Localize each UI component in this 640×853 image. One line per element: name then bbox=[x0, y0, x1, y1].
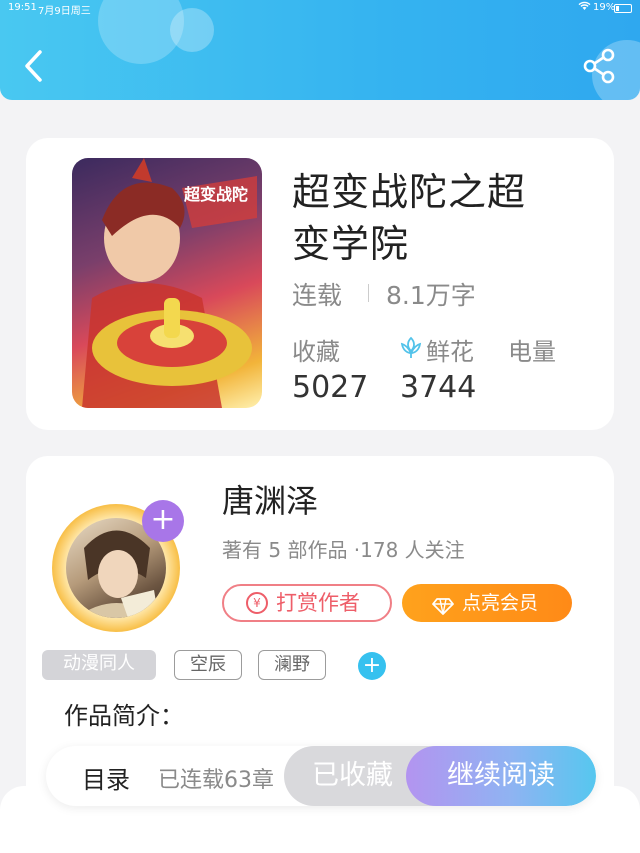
tag-category[interactable]: 动漫同人 bbox=[42, 650, 156, 680]
flowers-label[interactable]: 鲜花 bbox=[426, 332, 474, 367]
favorites-count: 5027 bbox=[292, 370, 369, 405]
flower-icon bbox=[398, 334, 424, 360]
battery-icon bbox=[614, 4, 632, 13]
favorites-label: 收藏 bbox=[292, 338, 340, 366]
status-date: 7月9日周三 bbox=[38, 6, 91, 17]
status-time: 19:51 bbox=[8, 2, 37, 13]
vip-label: 点亮会员 bbox=[462, 592, 539, 614]
power-label[interactable]: 电量 bbox=[508, 332, 556, 367]
book-title: 超变战陀之超变学院 bbox=[292, 170, 527, 266]
follow-author-button[interactable]: + bbox=[142, 500, 184, 542]
diamond-icon bbox=[432, 592, 454, 615]
author-info: 著有 5 部作品 ·178 人关注 bbox=[222, 538, 465, 562]
book-info-card: 超变战陀 超变战陀之超变学院 连载 8.1万字 收藏 5027 鲜花 3744 … bbox=[26, 138, 614, 430]
wifi-icon bbox=[578, 1, 591, 14]
top-header: 19:51 7月9日周三 19% bbox=[0, 0, 640, 100]
bottom-action-bar: 目录 已连载63章 已收藏 继续阅读 bbox=[46, 746, 596, 806]
book-word-count: 8.1万字 bbox=[386, 281, 476, 310]
flowers-count: 3744 bbox=[400, 370, 477, 405]
back-button[interactable] bbox=[18, 46, 52, 86]
author-name[interactable]: 唐渊泽 bbox=[222, 476, 318, 522]
book-cover-image[interactable]: 超变战陀 bbox=[72, 158, 262, 408]
yen-icon: ¥ bbox=[246, 592, 268, 614]
light-up-vip-button[interactable]: 点亮会员 bbox=[402, 584, 572, 622]
share-icon bbox=[583, 48, 615, 84]
intro-heading: 作品简介： bbox=[64, 702, 184, 730]
tip-author-label: 打赏作者 bbox=[276, 591, 360, 615]
chapter-count[interactable]: 已连载63章 bbox=[158, 762, 274, 794]
meta-divider bbox=[368, 284, 369, 302]
continue-reading-button[interactable]: 继续阅读 bbox=[406, 746, 596, 806]
battery-percent: 19% bbox=[593, 2, 616, 13]
tip-author-button[interactable]: ¥ 打赏作者 bbox=[222, 584, 392, 622]
table-of-contents-button[interactable]: 目录 bbox=[82, 760, 130, 795]
share-button[interactable] bbox=[580, 46, 620, 86]
chevron-left-icon bbox=[25, 50, 42, 82]
tag-keyword[interactable]: 空辰 bbox=[174, 650, 242, 680]
svg-text:超变战陀: 超变战陀 bbox=[183, 185, 248, 204]
add-tag-button[interactable]: + bbox=[358, 652, 386, 680]
book-status: 连载 bbox=[292, 281, 343, 310]
tag-keyword[interactable]: 澜野 bbox=[258, 650, 326, 680]
status-bar: 19:51 7月9日周三 19% bbox=[0, 0, 640, 17]
